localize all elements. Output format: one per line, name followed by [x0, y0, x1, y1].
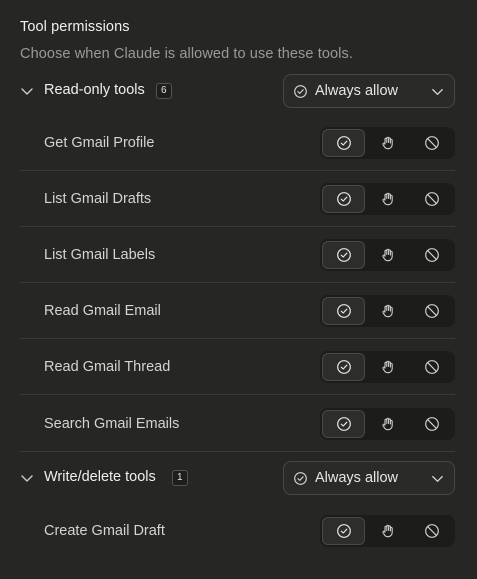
hand-icon — [381, 524, 393, 538]
group-policy-dropdown[interactable]: Always allow — [283, 74, 455, 108]
chevron-down-icon[interactable] — [19, 83, 35, 99]
tool-name: Search Gmail Emails — [44, 416, 180, 432]
check-circle-icon — [336, 304, 351, 318]
block-icon — [424, 524, 439, 538]
check-circle-icon — [294, 85, 307, 98]
check-circle-icon — [336, 136, 351, 150]
section-subtitle: Choose when Claude is allowed to use the… — [20, 46, 353, 62]
chevron-down-icon[interactable] — [19, 470, 35, 486]
permission-selector — [320, 351, 455, 383]
tool-row: Read Gmail Thread — [20, 339, 455, 395]
tool-name: List Gmail Drafts — [44, 191, 152, 207]
tool-row: List Gmail Drafts — [20, 171, 455, 227]
check-circle-icon — [336, 417, 351, 431]
ask-permission-option[interactable] — [366, 129, 409, 157]
ask-permission-option[interactable] — [366, 410, 409, 438]
policy-label: Always allow — [315, 83, 398, 99]
check-circle-icon — [336, 524, 351, 538]
ask-permission-option[interactable] — [366, 353, 409, 381]
row-divider — [20, 451, 455, 452]
tool-name: Get Gmail Profile — [44, 135, 155, 151]
always-allow-option[interactable] — [322, 185, 365, 213]
permission-selector — [320, 127, 455, 159]
chevron-down-icon — [432, 88, 443, 95]
tool-name: Create Gmail Draft — [44, 523, 165, 539]
group-name[interactable]: Read-only tools — [44, 82, 145, 98]
block-icon — [424, 248, 439, 262]
group-name[interactable]: Write/delete tools — [44, 469, 156, 485]
block-option[interactable] — [410, 297, 453, 325]
permission-selector — [320, 295, 455, 327]
tool-count-badge: 1 — [172, 470, 188, 486]
permission-selector — [320, 239, 455, 271]
hand-icon — [381, 248, 393, 262]
section-title: Tool permissions — [20, 19, 130, 35]
group-policy-dropdown[interactable]: Always allow — [283, 461, 455, 495]
row-divider — [20, 394, 455, 395]
ask-permission-option[interactable] — [366, 517, 409, 545]
check-circle-icon — [294, 472, 307, 485]
tool-name: List Gmail Labels — [44, 247, 156, 263]
tool-row: Create Gmail Draft — [20, 503, 455, 559]
block-icon — [424, 192, 439, 206]
ask-permission-option[interactable] — [366, 185, 409, 213]
tool-permissions-panel: Tool permissions Choose when Claude is a… — [0, 0, 477, 579]
block-option[interactable] — [410, 410, 453, 438]
ask-permission-option[interactable] — [366, 241, 409, 269]
hand-icon — [381, 360, 393, 374]
block-option[interactable] — [410, 517, 453, 545]
always-allow-option[interactable] — [322, 517, 365, 545]
hand-icon — [381, 304, 393, 318]
hand-icon — [381, 192, 393, 206]
tool-name: Read Gmail Thread — [44, 359, 171, 375]
block-option[interactable] — [410, 353, 453, 381]
always-allow-option[interactable] — [322, 297, 365, 325]
permission-selector — [320, 408, 455, 440]
block-option[interactable] — [410, 129, 453, 157]
chevron-down-icon — [432, 475, 443, 482]
block-icon — [424, 304, 439, 318]
hand-icon — [381, 417, 393, 431]
always-allow-option[interactable] — [322, 129, 365, 157]
group-header-read-only: Read-only tools 6 Always allow — [0, 74, 477, 108]
permission-selector — [320, 515, 455, 547]
tool-name: Read Gmail Email — [44, 303, 161, 319]
permission-selector — [320, 183, 455, 215]
tool-row: List Gmail Labels — [20, 227, 455, 283]
block-option[interactable] — [410, 185, 453, 213]
always-allow-option[interactable] — [322, 241, 365, 269]
block-option[interactable] — [410, 241, 453, 269]
group-header-write-delete: Write/delete tools 1 Always allow — [0, 461, 477, 495]
hand-icon — [381, 136, 393, 150]
ask-permission-option[interactable] — [366, 297, 409, 325]
block-icon — [424, 136, 439, 150]
tool-count-badge: 6 — [156, 83, 172, 99]
always-allow-option[interactable] — [322, 410, 365, 438]
block-icon — [424, 360, 439, 374]
check-circle-icon — [336, 248, 351, 262]
tool-row: Read Gmail Email — [20, 283, 455, 339]
tool-row: Get Gmail Profile — [20, 115, 455, 171]
tool-row: Search Gmail Emails — [20, 396, 455, 452]
check-circle-icon — [336, 192, 351, 206]
check-circle-icon — [336, 360, 351, 374]
policy-label: Always allow — [315, 470, 398, 486]
block-icon — [424, 417, 439, 431]
always-allow-option[interactable] — [322, 353, 365, 381]
